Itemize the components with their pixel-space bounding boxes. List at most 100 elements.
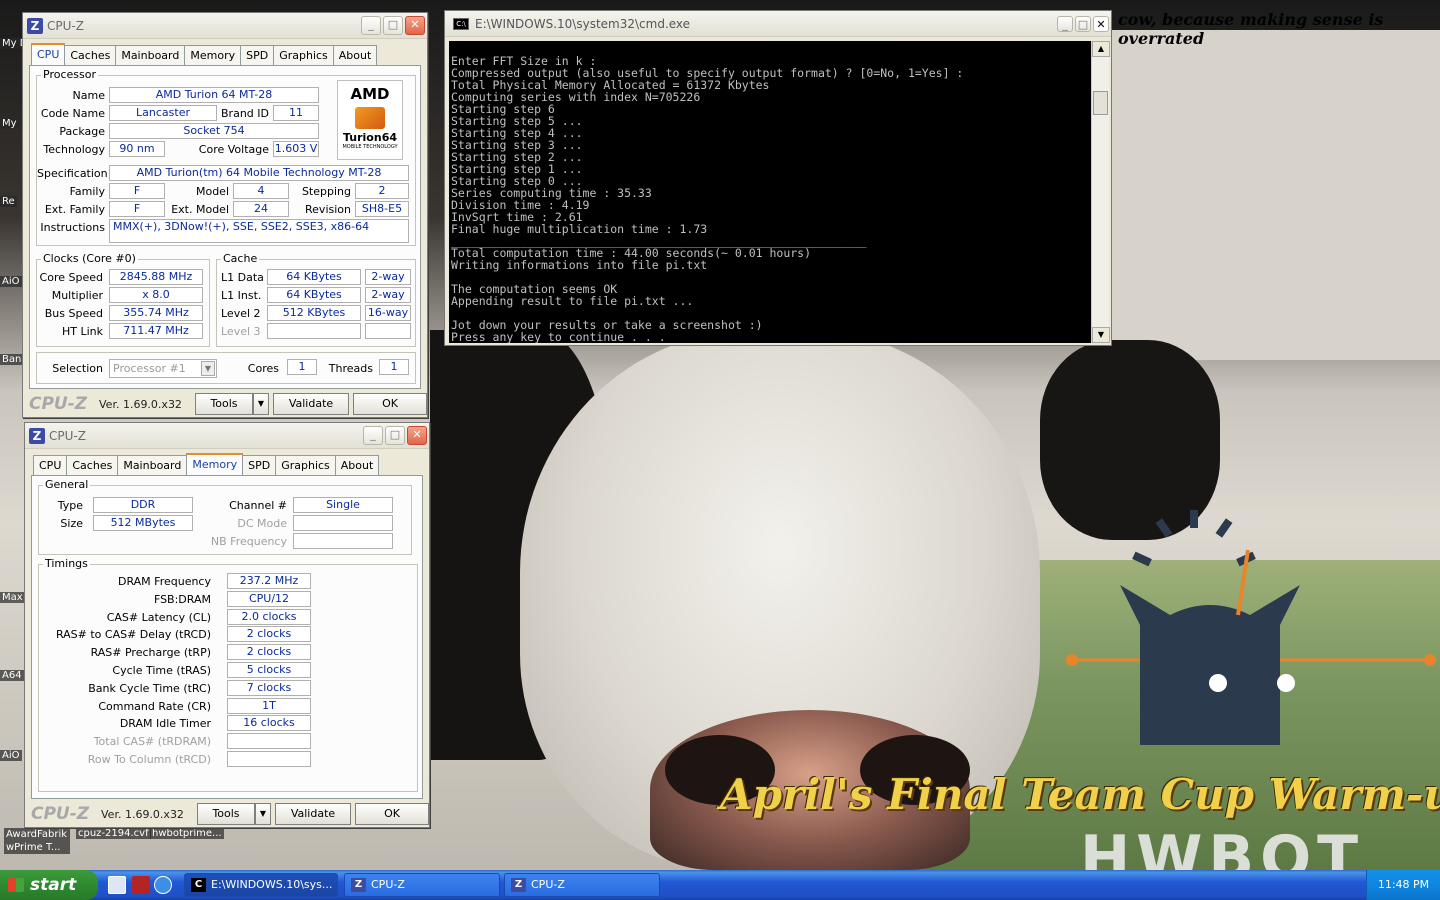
minimize-button[interactable]: _ xyxy=(361,16,381,35)
desktop-icon-label[interactable]: cpuz-2194.cvf xyxy=(76,828,151,839)
timing-value xyxy=(227,751,311,767)
tab-cpu[interactable]: CPU xyxy=(33,455,68,475)
cpuz-cpu-window: Z CPU-Z _ □ ✕ CPU Caches Mainboard Memor… xyxy=(22,12,428,418)
console-output[interactable]: Enter FFT Size in k : Compressed output (… xyxy=(449,41,1091,343)
level2-label: Level 2 xyxy=(221,307,261,320)
htlink-label: HT Link xyxy=(61,325,103,338)
desktop-icon-label[interactable]: Ban xyxy=(0,354,24,365)
busspeed-value: 355.74 MHz xyxy=(109,305,203,321)
brandid-label: Brand ID xyxy=(221,107,269,120)
validate-button[interactable]: Validate xyxy=(275,803,351,825)
timing-value: 2.0 clocks xyxy=(227,608,311,625)
timing-value xyxy=(227,733,311,750)
tab-graphics[interactable]: Graphics xyxy=(275,455,336,475)
close-button[interactable]: ✕ xyxy=(407,426,427,445)
level2-assoc: 16-way xyxy=(365,305,411,321)
desktop-icon-label[interactable]: Max xyxy=(0,592,25,603)
ok-button[interactable]: OK xyxy=(355,803,429,825)
console-scrollbar[interactable]: ▲ ▼ xyxy=(1091,41,1110,343)
cpuz-logo-icon: Z xyxy=(351,878,366,892)
internet-explorer-icon[interactable] xyxy=(154,876,172,894)
threads-value: 1 xyxy=(379,359,409,375)
tab-caches[interactable]: Caches xyxy=(66,455,119,475)
hwbot-watermark: HWBOT xyxy=(1080,826,1365,870)
technology-value: 90 nm xyxy=(109,141,165,157)
cpuz-titlebar[interactable]: Z CPU-Z _ □ ✕ xyxy=(23,13,427,39)
desktop-icon-label[interactable]: hwbotprime... xyxy=(150,828,224,839)
maximize-button[interactable]: □ xyxy=(1075,15,1091,32)
cpuz-footer: CPU-Z Ver. 1.69.0.x32 Tools ▼ Validate O… xyxy=(29,392,431,416)
cache-group: Cache L1 Data 64 KBytes 2-way L1 Inst. 6… xyxy=(216,252,416,347)
quicklaunch-app-icon[interactable] xyxy=(132,876,150,894)
tab-graphics[interactable]: Graphics xyxy=(273,45,334,65)
tab-strip: CPU Caches Mainboard Memory SPD Graphics… xyxy=(33,453,380,475)
extmodel-value: 24 xyxy=(233,201,289,217)
validate-button[interactable]: Validate xyxy=(273,393,349,415)
scroll-up-icon[interactable]: ▲ xyxy=(1092,41,1110,57)
multiplier-value: x 8.0 xyxy=(109,287,203,303)
tools-button[interactable]: Tools xyxy=(195,393,253,415)
minimize-button[interactable]: _ xyxy=(1057,15,1073,32)
l1inst-assoc: 2-way xyxy=(365,287,411,303)
tab-mainboard[interactable]: Mainboard xyxy=(115,45,186,65)
tab-mainboard[interactable]: Mainboard xyxy=(117,455,188,475)
timing-label: Row To Column (tRCD) xyxy=(87,753,211,766)
cpuz-logo-icon: Z xyxy=(29,427,45,444)
scroll-thumb[interactable] xyxy=(1093,91,1108,115)
taskbar-item-cmd[interactable]: C E:\WINDOWS.10\sys... xyxy=(184,873,338,897)
desktop-icon-label[interactable]: A64 xyxy=(0,670,24,681)
show-desktop-icon[interactable] xyxy=(108,876,126,894)
timing-label: DRAM Frequency xyxy=(117,575,211,588)
cpuz-titlebar[interactable]: Z CPU-Z _ □ ✕ xyxy=(25,423,429,449)
desktop-icon-label[interactable]: AiO xyxy=(0,276,22,287)
minimize-button[interactable]: _ xyxy=(363,426,383,445)
tab-memory[interactable]: Memory xyxy=(186,453,244,475)
tab-cpu[interactable]: CPU xyxy=(31,43,66,65)
technology-label: Technology xyxy=(43,143,105,156)
task-label: CPU-Z xyxy=(371,878,405,891)
desktop-icon-label[interactable]: Re xyxy=(0,196,17,207)
taskbar-item-cpuz[interactable]: Z CPU-Z xyxy=(344,873,500,897)
desktop-icon-label[interactable]: My xyxy=(0,118,19,129)
tools-dropdown-icon[interactable]: ▼ xyxy=(255,803,271,825)
window-title: CPU-Z xyxy=(49,428,86,443)
chevron-down-icon[interactable]: ▼ xyxy=(201,361,215,376)
maximize-button[interactable]: □ xyxy=(383,16,403,35)
tools-dropdown-icon[interactable]: ▼ xyxy=(253,393,269,415)
desktop-icon-label[interactable]: AwardFabrik wPrime T... xyxy=(4,828,70,854)
package-label: Package xyxy=(59,125,105,138)
tab-caches[interactable]: Caches xyxy=(64,45,117,65)
timing-value: 7 clocks xyxy=(227,679,311,696)
hwbot-cat-logo-icon xyxy=(1066,510,1436,745)
timing-value: 5 clocks xyxy=(227,662,311,678)
timing-label: Total CAS# (tRDRAM) xyxy=(93,735,211,749)
corespeed-label: Core Speed xyxy=(39,271,103,284)
multiplier-label: Multiplier xyxy=(51,289,103,302)
scroll-down-icon[interactable]: ▼ xyxy=(1092,327,1110,343)
group-label: Timings xyxy=(43,557,90,570)
selection-label: Selection xyxy=(52,362,103,375)
tab-memory[interactable]: Memory xyxy=(184,45,242,65)
close-button[interactable]: ✕ xyxy=(405,16,425,35)
maximize-button[interactable]: □ xyxy=(385,426,405,445)
close-button[interactable]: ✕ xyxy=(1093,15,1109,32)
cmd-titlebar[interactable]: C:\ E:\WINDOWS.10\system32\cmd.exe _ □ ✕ xyxy=(445,11,1111,37)
l1inst-label: L1 Inst. xyxy=(221,289,262,302)
tab-spd[interactable]: SPD xyxy=(242,455,277,475)
ok-button[interactable]: OK xyxy=(353,393,427,415)
desktop-icon-label[interactable]: AiO xyxy=(0,750,22,761)
tools-button[interactable]: Tools xyxy=(197,803,255,825)
tab-about[interactable]: About xyxy=(332,45,378,65)
cpuz-footer: CPU-Z Ver. 1.69.0.x32 Tools ▼ Validate O… xyxy=(31,802,433,826)
version-text: Ver. 1.69.0.x32 xyxy=(101,807,184,821)
tab-spd[interactable]: SPD xyxy=(240,45,275,65)
tab-about[interactable]: About xyxy=(334,455,380,475)
cpuz-brand: CPU-Z xyxy=(31,804,90,824)
level3-value xyxy=(267,323,361,339)
cpuz-brand: CPU-Z xyxy=(29,394,88,414)
busspeed-label: Bus Speed xyxy=(44,307,103,320)
taskbar-item-cpuz[interactable]: Z CPU-Z xyxy=(504,873,660,897)
system-tray-clock[interactable]: 11:48 PM xyxy=(1366,870,1440,900)
start-button[interactable]: start xyxy=(0,870,98,900)
cpu-tab-panel: Processor Name AMD Turion 64 MT-28 Code … xyxy=(29,65,421,389)
